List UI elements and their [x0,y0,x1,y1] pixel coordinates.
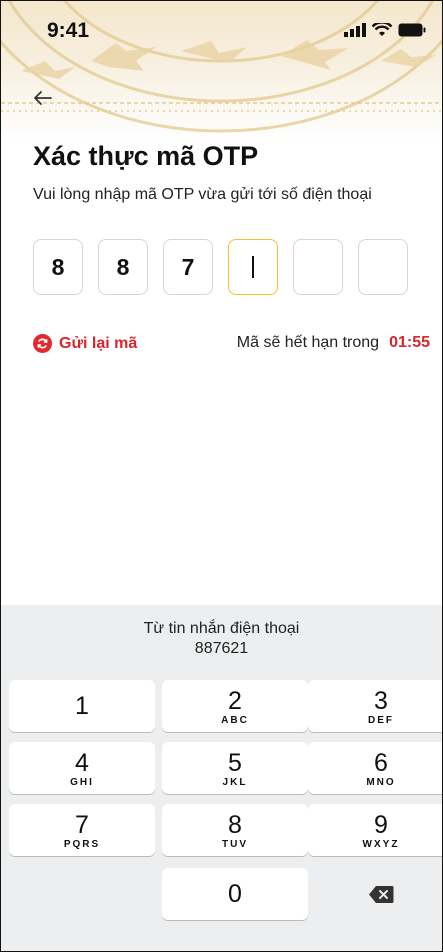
key-letters: JKL [222,777,248,788]
key-digit: 4 [75,749,89,777]
key-letters: WXYZ [362,839,400,850]
key-4[interactable]: 4 GHI [9,742,155,794]
key-digit: 0 [228,880,242,908]
key-digit: 1 [75,692,89,720]
key-letters: DEF [368,715,394,726]
key-5[interactable]: 5 JKL [162,742,308,794]
wifi-icon [372,23,392,36]
phone-screen: 9:41 Xác thực mã OTP Vui lòng nhập mã OT… [0,0,443,952]
delete-key[interactable] [308,868,442,920]
otp-digit-1[interactable]: 8 [33,239,83,295]
suggestion-code: 887621 [194,640,249,657]
backspace-icon [369,885,394,903]
key-letters: ABC [221,715,249,726]
key-letters: MNO [366,777,396,788]
key-digit: 6 [374,749,388,777]
key-digit: 5 [228,749,242,777]
key-digit: 8 [228,811,242,839]
resend-code-button[interactable]: Gửi lại mã [33,334,137,353]
key-digit: 7 [75,811,89,839]
signal-icon [344,23,366,37]
battery-icon [398,23,426,37]
refresh-icon [33,334,52,353]
numeric-keyboard: Từ tin nhắn điện thoại 887621 1 2 ABC 3 … [1,605,442,951]
status-bar: 9:41 [1,19,442,49]
otp-digit-5[interactable] [293,239,343,295]
status-time: 9:41 [47,19,90,42]
otp-digit-3[interactable]: 7 [163,239,213,295]
key-8[interactable]: 8 TUV [162,804,308,856]
key-1[interactable]: 1 [9,680,155,732]
key-digit: 2 [228,687,242,715]
page-subtitle: Vui lòng nhập mã OTP vừa gửi tới số điện… [33,186,372,203]
text-cursor [252,256,254,278]
key-3[interactable]: 3 DEF [308,680,442,732]
suggestion-title: Từ tin nhắn điện thoại [143,620,300,637]
key-letters: PQRS [63,839,101,850]
key-9[interactable]: 9 WXYZ [308,804,442,856]
resend-label: Gửi lại mã [59,334,138,352]
status-icons [344,23,426,37]
otp-digit-6[interactable] [358,239,408,295]
key-digit: 3 [374,687,388,715]
page-title: Xác thực mã OTP [33,141,259,171]
arrow-left-icon [34,91,52,105]
key-2[interactable]: 2 ABC [162,680,308,732]
key-letters: GHI [70,777,94,788]
key-digit: 9 [374,811,388,839]
back-button[interactable] [31,86,55,110]
otp-input-group: 8 8 7 [33,239,408,295]
key-6[interactable]: 6 MNO [308,742,442,794]
key-0[interactable]: 0 [162,868,308,920]
expiry-info: Mã sẽ hết hạn trong 01:55 [237,334,430,352]
otp-digit-2[interactable]: 8 [98,239,148,295]
otp-digit-4[interactable] [228,239,278,295]
otp-autofill-suggestion[interactable]: Từ tin nhắn điện thoại 887621 [1,619,442,659]
expiry-label: Mã sẽ hết hạn trong [236,334,380,351]
key-letters: TUV [222,839,248,850]
key-7[interactable]: 7 PQRS [9,804,155,856]
expiry-countdown: 01:55 [389,334,430,351]
